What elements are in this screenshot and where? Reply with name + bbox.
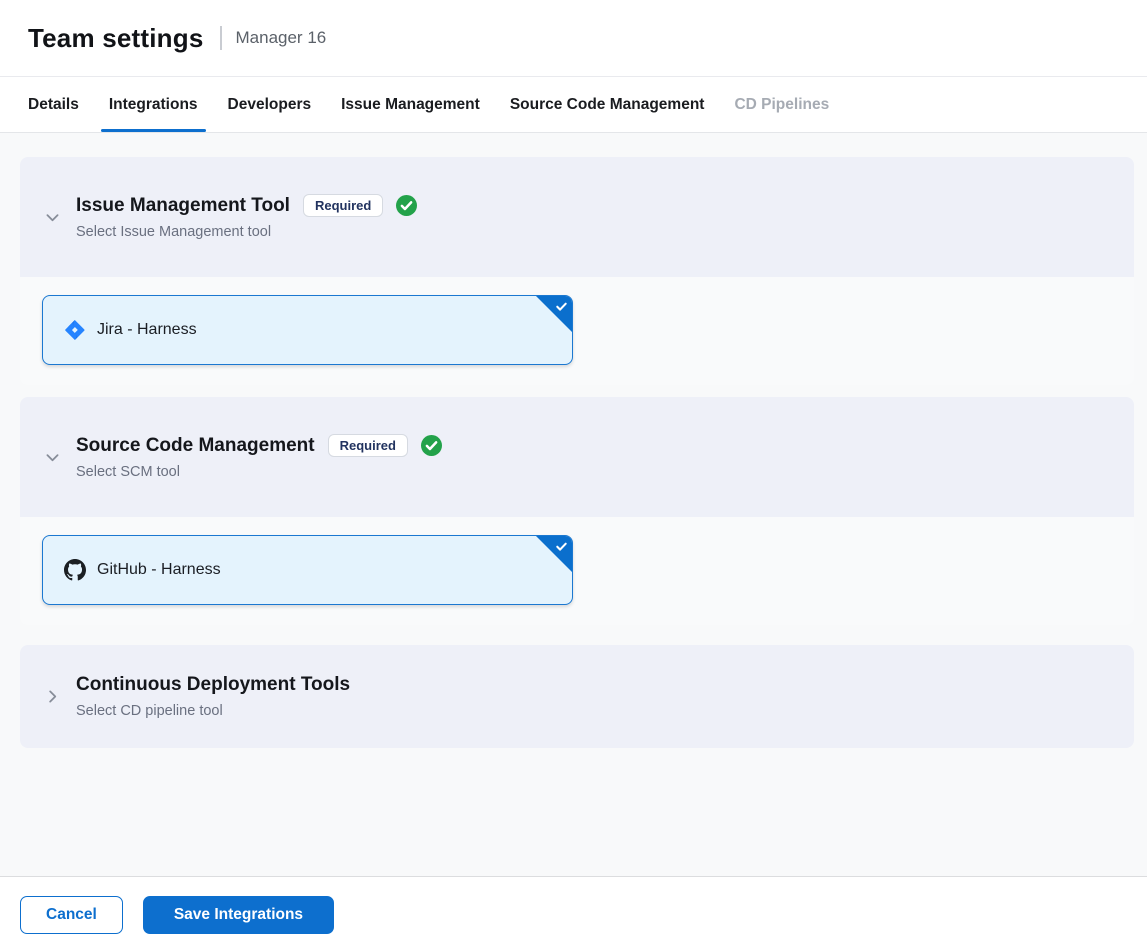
section-scm-body: GitHub - Harness bbox=[20, 517, 1134, 625]
selected-check-icon bbox=[554, 299, 569, 314]
tab-cd-pipelines: CD Pipelines bbox=[719, 77, 844, 132]
chevron-down-icon bbox=[44, 209, 61, 226]
section-subtitle: Select CD pipeline tool bbox=[76, 703, 350, 719]
section-scm-header[interactable]: Source Code Management Required Select S… bbox=[20, 397, 1134, 517]
page-title: Team settings bbox=[28, 23, 204, 54]
section-issue-management-tool: Issue Management Tool Required Select Is… bbox=[20, 157, 1134, 385]
chevron-down-icon bbox=[44, 449, 61, 466]
section-issue-management-header[interactable]: Issue Management Tool Required Select Is… bbox=[20, 157, 1134, 277]
tab-developers[interactable]: Developers bbox=[213, 77, 327, 132]
tab-details[interactable]: Details bbox=[13, 77, 94, 132]
page-header: Team settings Manager 16 bbox=[0, 0, 1147, 77]
section-continuous-deployment-tools: Continuous Deployment Tools Select CD pi… bbox=[20, 645, 1134, 748]
section-title: Continuous Deployment Tools bbox=[76, 674, 350, 696]
title-separator bbox=[220, 26, 222, 50]
required-badge: Required bbox=[328, 434, 408, 457]
tool-card-github-harness[interactable]: GitHub - Harness bbox=[42, 535, 573, 605]
selected-corner bbox=[535, 535, 573, 573]
tool-card-jira-harness[interactable]: Jira - Harness bbox=[42, 295, 573, 365]
section-source-code-management: Source Code Management Required Select S… bbox=[20, 397, 1134, 625]
selected-corner bbox=[535, 295, 573, 333]
selected-check-icon bbox=[554, 539, 569, 554]
tab-source-code-management[interactable]: Source Code Management bbox=[495, 77, 720, 132]
section-subtitle: Select Issue Management tool bbox=[76, 224, 417, 240]
required-badge: Required bbox=[303, 194, 383, 217]
jira-icon bbox=[64, 319, 86, 341]
tab-integrations[interactable]: Integrations bbox=[94, 77, 213, 132]
github-icon bbox=[64, 559, 86, 581]
tab-issue-management[interactable]: Issue Management bbox=[326, 77, 495, 132]
page-subtitle: Manager 16 bbox=[236, 28, 327, 48]
tool-name: GitHub - Harness bbox=[97, 561, 221, 579]
cancel-button[interactable]: Cancel bbox=[20, 896, 123, 934]
check-circle-icon bbox=[396, 195, 417, 216]
footer-actions: Cancel Save Integrations bbox=[0, 876, 1147, 952]
section-title: Source Code Management bbox=[76, 435, 315, 457]
integrations-panel: Issue Management Tool Required Select Is… bbox=[0, 133, 1147, 876]
save-integrations-button[interactable]: Save Integrations bbox=[143, 896, 334, 934]
chevron-right-icon bbox=[44, 688, 61, 705]
section-cd-header[interactable]: Continuous Deployment Tools Select CD pi… bbox=[20, 645, 1134, 748]
section-issue-management-body: Jira - Harness bbox=[20, 277, 1134, 385]
tool-name: Jira - Harness bbox=[97, 321, 197, 339]
section-title: Issue Management Tool bbox=[76, 195, 290, 217]
check-circle-icon bbox=[421, 435, 442, 456]
section-subtitle: Select SCM tool bbox=[76, 464, 442, 480]
tab-bar: Details Integrations Developers Issue Ma… bbox=[0, 77, 1147, 133]
